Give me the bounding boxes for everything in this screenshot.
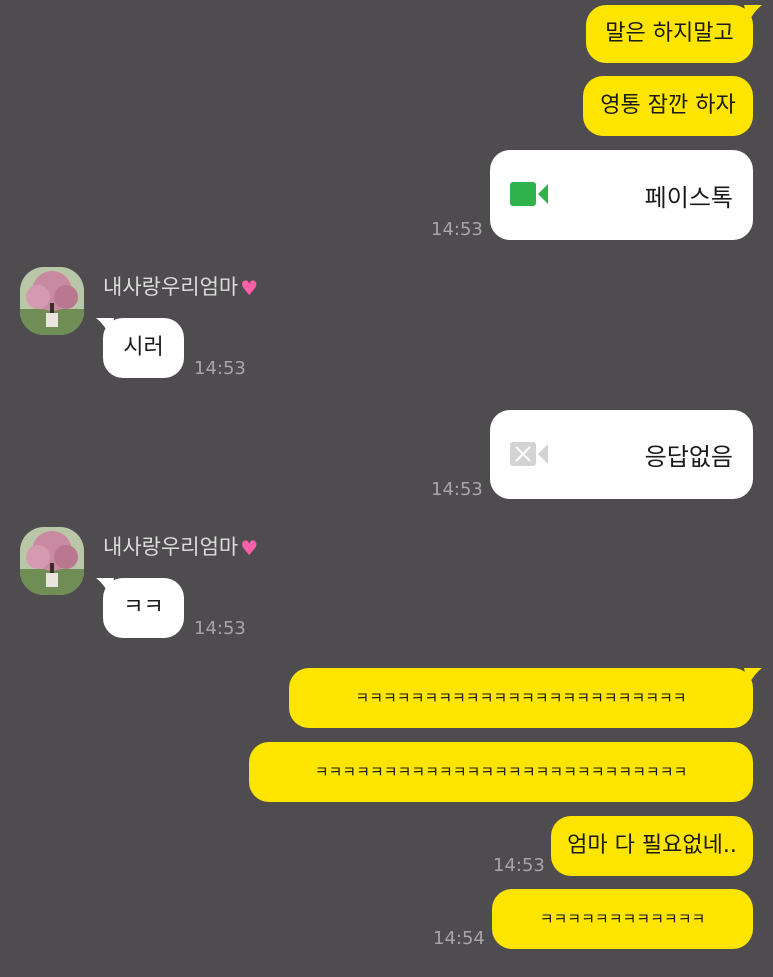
bubble-tail [96,318,114,336]
message-text: ㅋㅋㅋㅋㅋㅋㅋㅋㅋㅋㅋㅋ [539,909,706,928]
sender-name: 내사랑우리엄마 ♥ [103,535,259,560]
call-label: 응답없음 [644,443,733,471]
message-timestamp: 14:53 [194,358,246,379]
message-timestamp: 14:53 [194,618,246,639]
chat-room: 말은 하지말고 영통 잠깐 하자 페이스톡 14:53 내사랑우리엄마 ♥ 시러 [0,0,773,977]
message-text: ㅋㅋ [123,595,164,620]
no-answer-call-card[interactable]: 응답없음 [490,410,753,499]
pink-heart-emoji: ♥ [240,535,259,560]
missed-video-call-icon [510,442,548,466]
message-text: 말은 하지말고 [605,21,734,46]
avatar-photo [20,267,84,335]
outgoing-message-bubble[interactable]: 말은 하지말고 [586,5,753,63]
video-camera-icon [510,182,548,206]
bubble-tail [744,5,762,23]
outgoing-message-bubble[interactable]: ㅋㅋㅋㅋㅋㅋㅋㅋㅋㅋㅋㅋㅋㅋㅋㅋㅋㅋㅋㅋㅋㅋㅋㅋ [289,668,753,728]
avatar[interactable] [20,527,84,595]
incoming-message-bubble[interactable]: 시러 [103,318,184,378]
message-text: ㅋㅋㅋㅋㅋㅋㅋㅋㅋㅋㅋㅋㅋㅋㅋㅋㅋㅋㅋㅋㅋㅋㅋㅋㅋㅋㅋ [314,762,688,781]
message-text: 엄마 다 필요없네.. [567,833,737,858]
pink-heart-emoji: ♥ [240,275,259,300]
outgoing-message-bubble[interactable]: ㅋㅋㅋㅋㅋㅋㅋㅋㅋㅋㅋㅋㅋㅋㅋㅋㅋㅋㅋㅋㅋㅋㅋㅋㅋㅋㅋ [249,742,753,802]
outgoing-message-bubble[interactable]: ㅋㅋㅋㅋㅋㅋㅋㅋㅋㅋㅋㅋ [492,889,753,949]
message-timestamp: 14:54 [433,928,485,949]
message-timestamp: 14:53 [493,855,545,876]
sender-name: 내사랑우리엄마 ♥ [103,275,259,300]
bubble-tail [744,668,762,686]
outgoing-message-bubble[interactable]: 영통 잠깐 하자 [583,76,753,136]
avatar-photo [20,527,84,595]
bubble-tail [96,578,114,596]
message-text: ㅋㅋㅋㅋㅋㅋㅋㅋㅋㅋㅋㅋㅋㅋㅋㅋㅋㅋㅋㅋㅋㅋㅋㅋ [355,688,687,707]
call-label: 페이스톡 [644,183,733,212]
outgoing-message-bubble[interactable]: 엄마 다 필요없네.. [551,816,753,876]
avatar[interactable] [20,267,84,335]
facetalk-call-card[interactable]: 페이스톡 [490,150,753,240]
message-text: 시러 [123,335,164,360]
message-timestamp: 14:53 [431,219,483,240]
message-timestamp: 14:53 [431,479,483,500]
incoming-message-bubble[interactable]: ㅋㅋ [103,578,184,638]
message-text: 영통 잠깐 하자 [600,93,736,118]
